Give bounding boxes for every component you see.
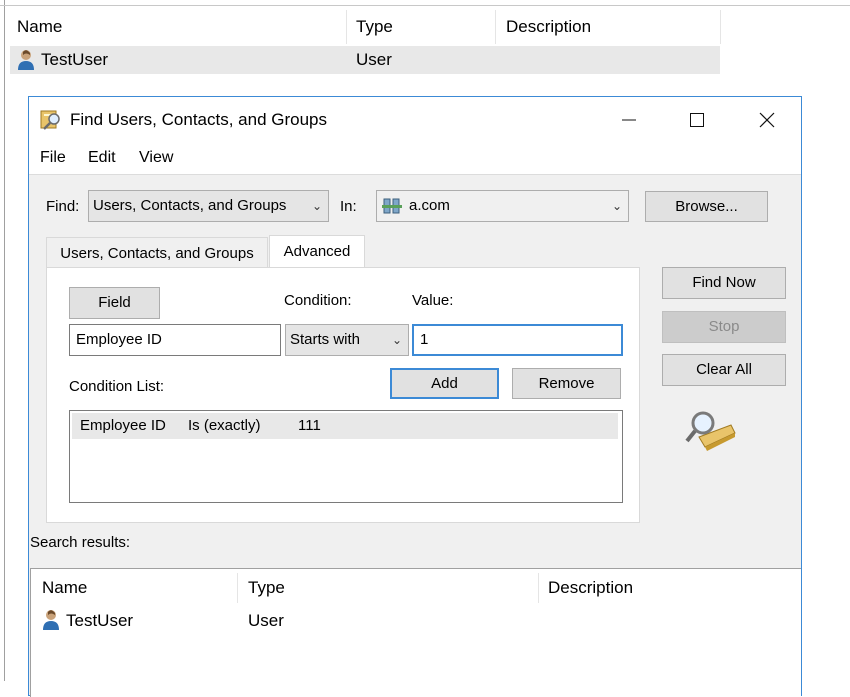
browse-button[interactable]: Browse... xyxy=(645,191,768,222)
add-button[interactable]: Add xyxy=(390,368,499,399)
remove-button[interactable]: Remove xyxy=(512,368,621,399)
dialog-title: Find Users, Contacts, and Groups xyxy=(70,110,328,129)
column-header-description[interactable]: Description xyxy=(506,10,591,44)
maximize-icon[interactable] xyxy=(662,97,732,142)
domain-icon xyxy=(382,196,402,216)
close-icon[interactable] xyxy=(732,97,802,142)
menu-bar: File Edit View xyxy=(29,142,801,175)
column-header-type[interactable]: Type xyxy=(356,10,393,44)
find-dialog: Find Users, Contacts, and Groups File Ed… xyxy=(28,96,802,697)
minimize-icon[interactable] xyxy=(594,97,664,142)
in-label: In: xyxy=(340,198,357,215)
field-input[interactable]: Employee ID xyxy=(69,324,281,356)
user-icon xyxy=(42,609,62,631)
condition-label: Condition: xyxy=(284,292,352,309)
title-bar[interactable]: Find Users, Contacts, and Groups xyxy=(29,97,801,142)
field-button[interactable]: Field xyxy=(69,287,160,319)
in-combo[interactable]: a.com ⌄ xyxy=(376,190,629,222)
column-separator xyxy=(720,10,721,44)
find-dialog-icon xyxy=(40,109,62,131)
results-header-name[interactable]: Name xyxy=(42,573,87,603)
column-separator xyxy=(346,10,347,44)
in-combo-value: a.com xyxy=(409,197,450,214)
value-label: Value: xyxy=(412,292,454,309)
find-combo[interactable]: Users, Contacts, and Groups ⌄ xyxy=(88,190,329,222)
result-name[interactable]: TestUser xyxy=(66,607,133,635)
find-now-button[interactable]: Find Now xyxy=(662,267,786,299)
list-left-border xyxy=(4,0,5,681)
condition-field: Employee ID xyxy=(80,417,166,434)
find-combo-value: Users, Contacts, and Groups xyxy=(93,197,287,214)
results-header-description[interactable]: Description xyxy=(548,573,633,603)
result-type: User xyxy=(248,611,284,630)
find-label: Find: xyxy=(46,198,80,215)
menu-view[interactable]: View xyxy=(139,142,173,174)
row-name: TestUser xyxy=(41,50,109,69)
clear-all-button[interactable]: Clear All xyxy=(662,354,786,386)
column-separator xyxy=(538,573,539,603)
search-results-list[interactable]: Name Type Description TestUser User xyxy=(30,568,801,697)
column-separator xyxy=(495,10,496,44)
condition-value: 111 xyxy=(298,417,321,434)
chevron-down-icon: ⌄ xyxy=(311,199,322,213)
value-input[interactable]: 1 xyxy=(412,324,623,356)
menu-edit[interactable]: Edit xyxy=(88,142,116,174)
search-results-label: Search results: xyxy=(30,534,131,551)
user-icon xyxy=(17,49,37,71)
stop-button[interactable]: Stop xyxy=(662,311,786,343)
results-header-type[interactable]: Type xyxy=(248,573,285,603)
condition-combo[interactable]: Starts with ⌄ xyxy=(285,324,409,356)
tab-users-contacts-groups[interactable]: Users, Contacts, and Groups xyxy=(46,237,268,268)
list-item[interactable]: Employee ID Is (exactly) 111 xyxy=(72,413,618,439)
row-type: User xyxy=(356,50,392,69)
condition-list-label: Condition List: xyxy=(69,378,165,395)
column-header-name[interactable]: Name xyxy=(17,10,62,44)
condition-list[interactable]: Employee ID Is (exactly) 111 xyxy=(69,410,623,503)
chevron-down-icon: ⌄ xyxy=(391,333,402,347)
column-separator xyxy=(237,573,238,603)
tab-advanced[interactable]: Advanced xyxy=(269,235,365,268)
condition-op: Is (exactly) xyxy=(188,417,261,434)
search-magnifier-icon xyxy=(685,407,737,451)
menu-file[interactable]: File xyxy=(40,142,66,174)
chevron-down-icon: ⌄ xyxy=(611,199,622,213)
condition-combo-value: Starts with xyxy=(290,331,361,348)
list-top-border xyxy=(0,5,850,6)
